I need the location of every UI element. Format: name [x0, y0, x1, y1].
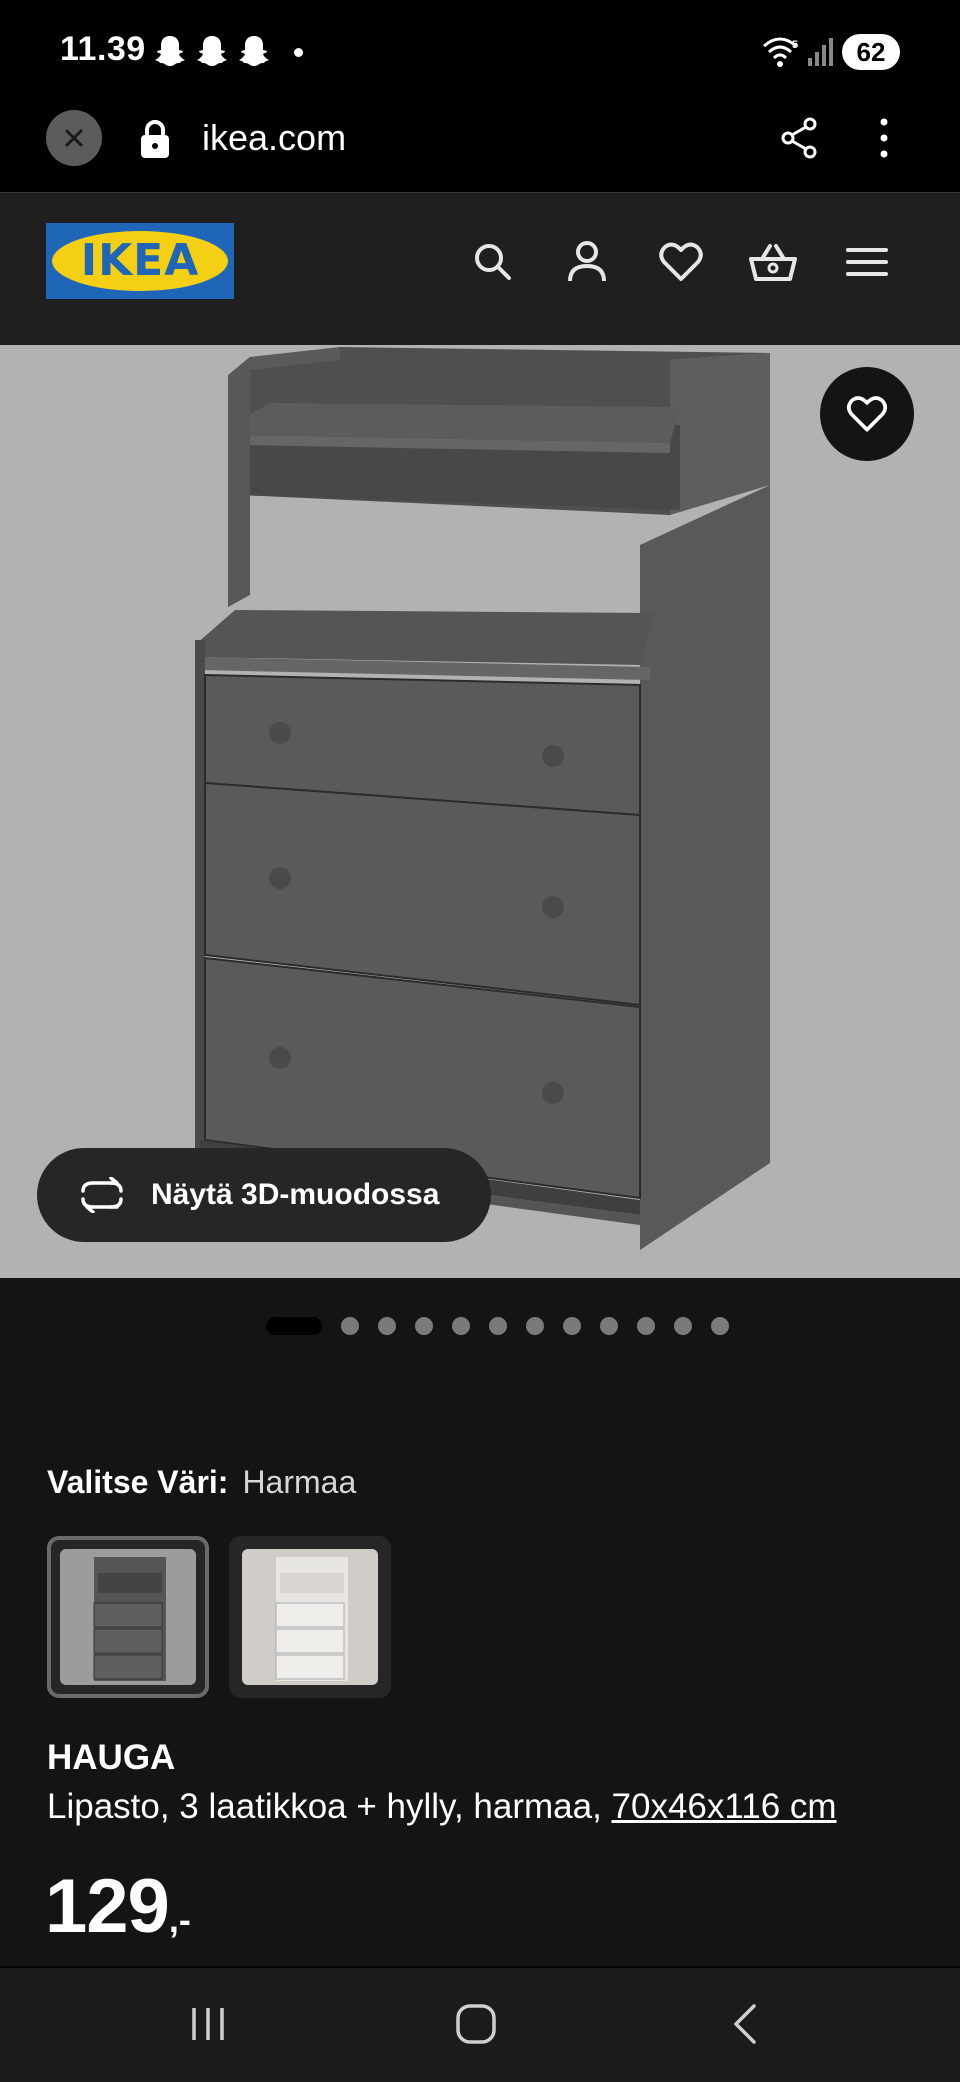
lock-icon[interactable] [138, 118, 172, 160]
gallery-pagination [0, 1278, 960, 1374]
gallery-dot[interactable] [711, 1317, 729, 1335]
view-in-3d-button[interactable]: Näytä 3D-muodossa [37, 1148, 491, 1242]
status-bar: 11.39 5 62 [0, 0, 960, 104]
battery-indicator: 62 [842, 34, 900, 70]
svg-text:5: 5 [792, 39, 798, 51]
account-icon[interactable] [562, 237, 612, 287]
color-selector-label: Valitse Väri: [47, 1464, 229, 1500]
home-icon[interactable] [454, 2002, 498, 2046]
menu-icon[interactable] [842, 237, 892, 287]
snapchat-icon [239, 36, 269, 66]
color-option-grey[interactable] [47, 1536, 209, 1698]
ikea-logo[interactable]: IKEA [46, 223, 234, 299]
url-text[interactable]: ikea.com [202, 114, 346, 162]
price-value: 129 [45, 1864, 170, 1949]
product-price: 129,- [45, 1862, 191, 1965]
view-in-3d-label: Näytä 3D-muodossa [151, 1178, 440, 1211]
gallery-dot[interactable] [674, 1317, 692, 1335]
product-description-text: Lipasto, 3 laatikkoa + hylly, harmaa, [47, 1787, 612, 1826]
signal-icon [808, 38, 833, 66]
product-image [195, 347, 770, 1250]
gallery-dot[interactable] [600, 1317, 618, 1335]
heart-icon [846, 396, 888, 432]
status-time: 11.39 [60, 30, 146, 68]
gallery-dot[interactable] [341, 1317, 359, 1335]
add-to-wishlist-button[interactable] [820, 367, 914, 461]
dresser-thumbnail-image [93, 1557, 166, 1681]
gallery-dot[interactable] [415, 1317, 433, 1335]
back-icon[interactable] [730, 2002, 760, 2046]
gallery-dot[interactable] [637, 1317, 655, 1335]
close-icon [65, 129, 83, 147]
close-tab-button[interactable] [46, 110, 102, 166]
snapchat-icon [155, 36, 185, 66]
search-icon[interactable] [468, 237, 518, 287]
share-icon[interactable] [780, 116, 820, 160]
wishlist-icon[interactable] [656, 237, 706, 287]
rotate-3d-icon [81, 1177, 123, 1213]
gallery-dot-active[interactable] [266, 1317, 322, 1335]
snapchat-icon [197, 36, 227, 66]
white-dresser-thumbnail [242, 1549, 378, 1685]
grey-dresser-thumbnail [60, 1549, 196, 1685]
product-dimensions-link[interactable]: 70x46x116 cm [612, 1787, 837, 1826]
gallery-dot[interactable] [452, 1317, 470, 1335]
recent-apps-icon[interactable] [188, 2004, 228, 2044]
more-options-icon[interactable] [876, 116, 892, 160]
basket-icon[interactable] [748, 237, 798, 287]
color-selector-label-row: Valitse Väri: Harmaa [47, 1462, 356, 1502]
dresser-thumbnail-image [275, 1557, 348, 1681]
color-option-white[interactable] [229, 1536, 391, 1698]
system-navigation-bar [0, 1966, 960, 2082]
site-header: IKEA [0, 193, 960, 345]
product-name: HAUGA [47, 1738, 176, 1777]
logo-text: IKEA [80, 235, 200, 286]
price-suffix: ,- [168, 1899, 191, 1940]
selected-color-name: Harmaa [242, 1464, 357, 1500]
gallery-dot[interactable] [526, 1317, 544, 1335]
notification-dot [294, 48, 303, 57]
wifi-icon: 5 [763, 37, 798, 67]
gallery-dot[interactable] [563, 1317, 581, 1335]
product-image-gallery[interactable]: Näytä 3D-muodossa [0, 345, 960, 1278]
browser-url-bar: ikea.com [0, 104, 960, 193]
product-description: Lipasto, 3 laatikkoa + hylly, harmaa, 70… [47, 1784, 837, 1830]
gallery-dot[interactable] [378, 1317, 396, 1335]
gallery-dot[interactable] [489, 1317, 507, 1335]
